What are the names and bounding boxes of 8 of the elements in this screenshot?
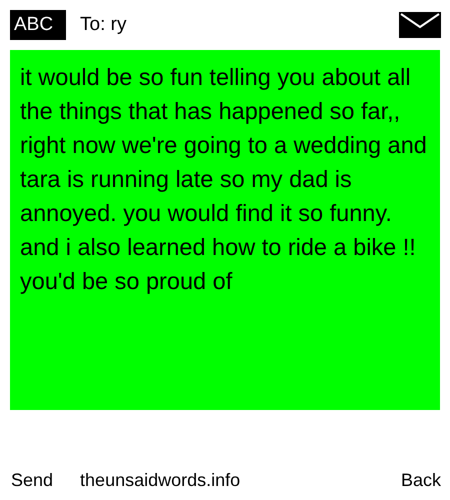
website-label: theunsaidwords.info [80,469,240,492]
send-softkey[interactable]: Send [11,467,54,494]
message-text: it would be so fun telling you about all the things that has happened so far,, right now we're going to a wedding and tara is running late so my dad is annoyed. you would find it so funny. and i also learned how to ride a bike !! you'd be so proud of [20,63,428,296]
message-area[interactable] [10,50,440,410]
recipient-label: To: ry [80,12,126,37]
input-mode-label: ABC [10,10,66,40]
back-softkey[interactable]: Back [400,467,441,494]
envelope-icon [399,12,441,38]
